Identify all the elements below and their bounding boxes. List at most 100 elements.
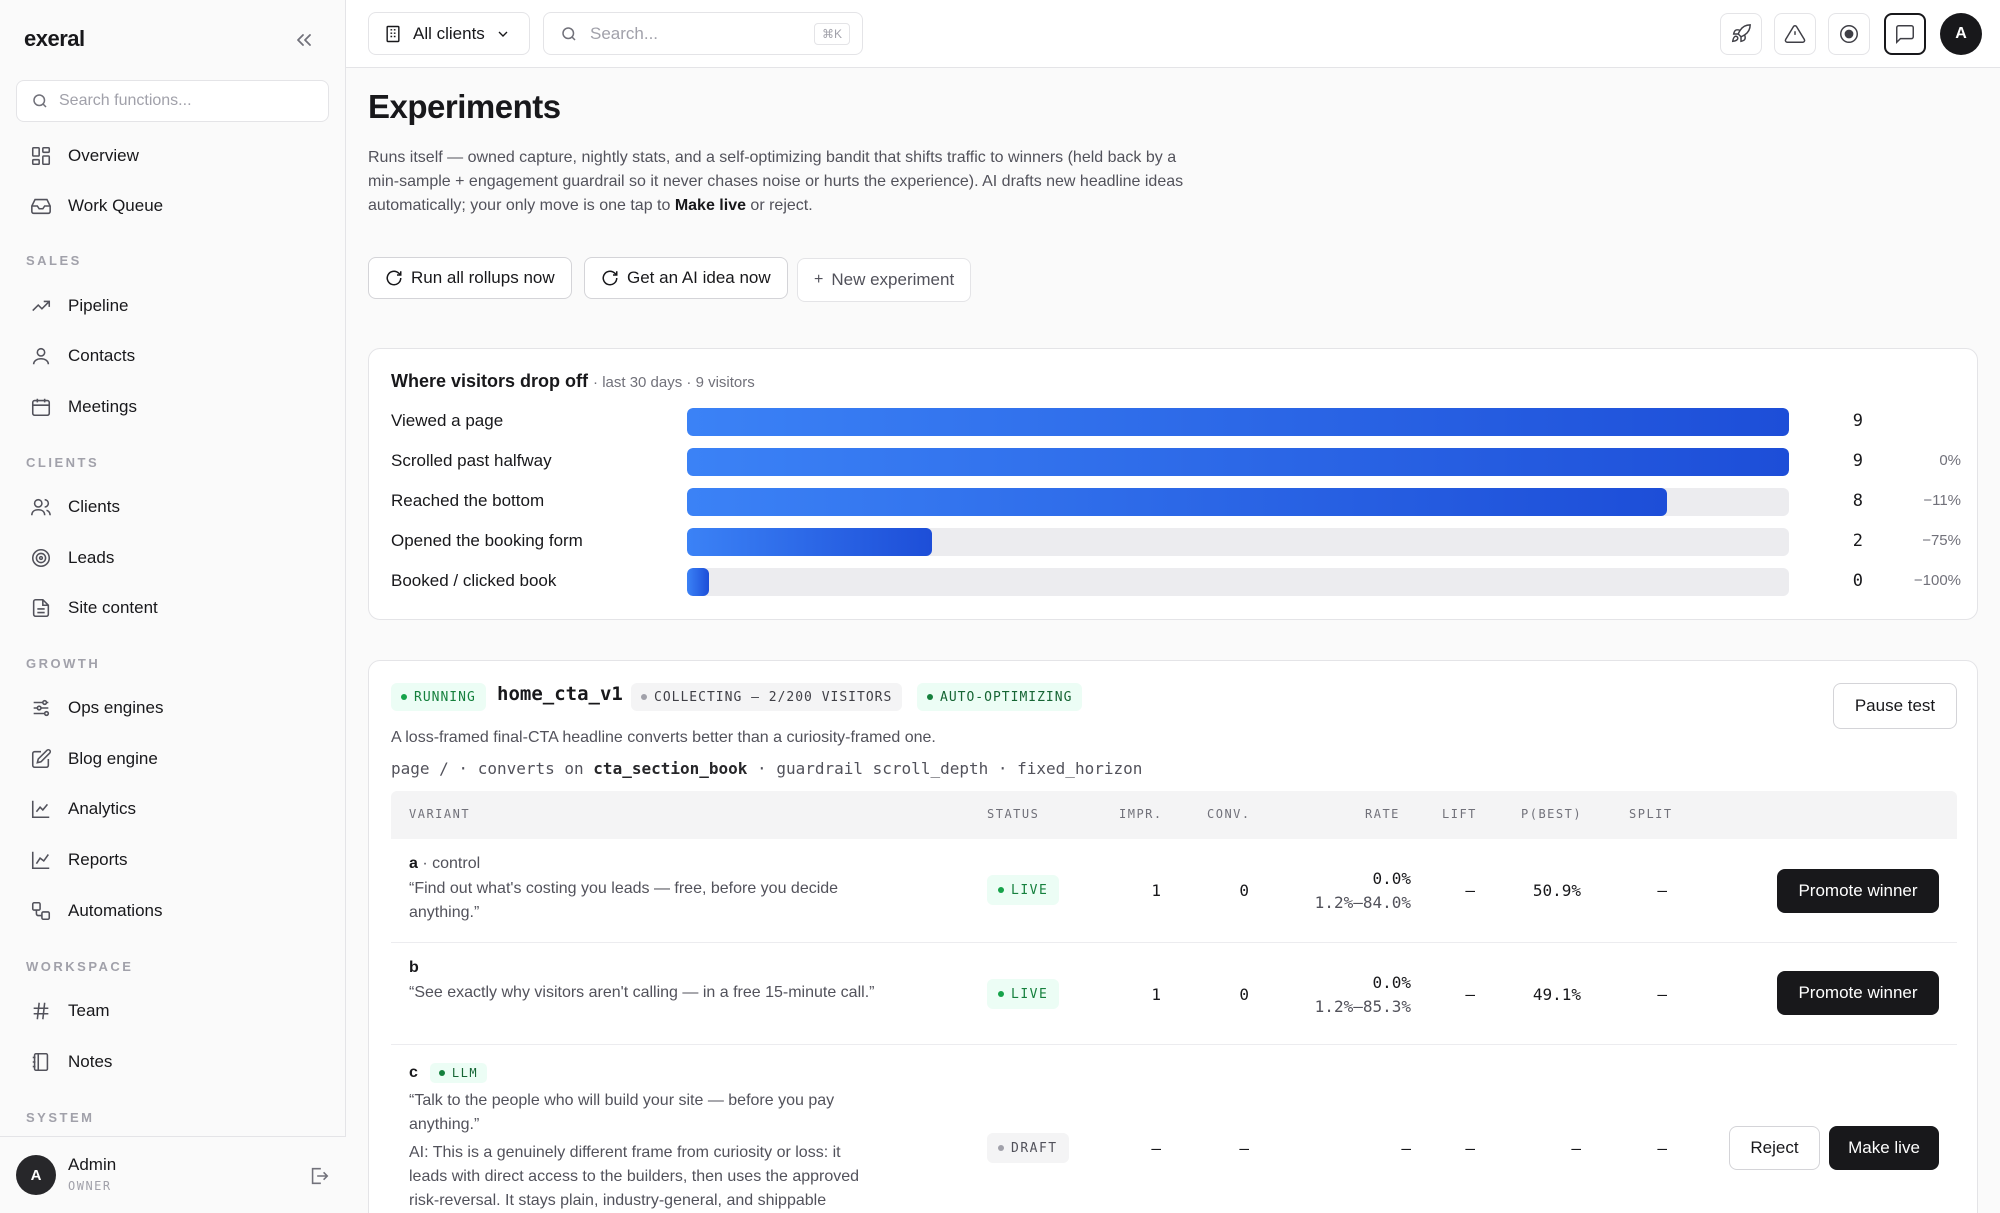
search-icon xyxy=(33,94,47,108)
funnel-bar-track xyxy=(687,488,1789,516)
rate-ci: 1.2%–84.0% xyxy=(1314,893,1411,912)
variant-text: “Talk to the people who will build your … xyxy=(409,1092,835,1133)
avatar[interactable]: A xyxy=(1940,13,1982,55)
sidebar-item-notes[interactable]: Notes xyxy=(16,1042,329,1082)
sidebar-item-meetings[interactable]: Meetings xyxy=(16,387,329,427)
promote-winner-button[interactable]: Promote winner xyxy=(1777,869,1939,913)
sidebar-item-label: Clients xyxy=(68,497,120,516)
sidebar-item-ops-engines[interactable]: Ops engines xyxy=(16,688,329,728)
sidebar-item-blog-engine[interactable]: Blog engine xyxy=(16,739,329,779)
global-search-input[interactable]: Search... ⌘K xyxy=(543,12,863,55)
record-icon xyxy=(1840,25,1858,43)
funnel-step-dropoff: 0% xyxy=(1939,452,1961,469)
topbar: All clients Search... ⌘K A xyxy=(346,0,2000,68)
col-split: SPLIT xyxy=(1629,807,1673,821)
sidebar-item-label: Team xyxy=(68,1001,110,1020)
rocket-icon xyxy=(1731,24,1751,43)
impr-cell: 1 xyxy=(1151,985,1161,1004)
sidebar-item-label: Site content xyxy=(68,598,158,617)
col-lift: LIFT xyxy=(1442,807,1477,821)
make-live-button[interactable]: Make live xyxy=(1829,1126,1939,1170)
launch-button[interactable] xyxy=(1720,13,1762,55)
main-content: Experiments Runs itself — owned capture,… xyxy=(346,68,2000,1213)
col-impr: IMPR. xyxy=(1119,807,1163,821)
funnel-step: Reached the bottom 8 −11% xyxy=(391,487,1961,517)
lift-cell: — xyxy=(1465,881,1475,900)
nav-section-sales: SALES xyxy=(26,253,82,268)
run-rollups-button[interactable]: Run all rollups now xyxy=(368,257,572,299)
sidebar-item-analytics[interactable]: Analytics xyxy=(16,789,329,829)
brand-logo[interactable]: exeral xyxy=(24,26,85,52)
function-search-input[interactable]: Search functions... xyxy=(16,80,329,122)
target-icon xyxy=(31,548,51,568)
funnel-step-count: 8 xyxy=(1852,491,1863,511)
collapse-sidebar-icon[interactable] xyxy=(292,28,316,52)
col-variant: VARIANT xyxy=(409,807,471,821)
sidebar-item-overview[interactable]: Overview xyxy=(16,136,329,176)
funnel-step-count: 9 xyxy=(1852,451,1863,471)
ai-rationale: AI: This is a genuinely different frame … xyxy=(409,1144,860,1209)
sidebar-item-clients[interactable]: Clients xyxy=(16,487,329,527)
new-experiment-button[interactable]: + New experiment xyxy=(797,258,972,302)
sidebar-item-label: Ops engines xyxy=(68,698,164,717)
sidebar-item-label: Work Queue xyxy=(68,196,164,215)
sidebar-item-team[interactable]: Team xyxy=(16,991,329,1031)
sidebar-item-label: Reports xyxy=(68,850,128,869)
calendar-icon xyxy=(31,398,51,417)
sidebar-item-work-queue[interactable]: Work Queue xyxy=(16,186,329,226)
pause-test-button[interactable]: Pause test xyxy=(1833,683,1957,729)
sidebar-item-label: Contacts xyxy=(68,346,136,365)
promote-winner-button[interactable]: Promote winner xyxy=(1777,971,1939,1015)
grid-icon xyxy=(31,146,51,166)
inbox-icon xyxy=(31,198,51,215)
sidebar-item-site-content[interactable]: Site content xyxy=(16,588,329,628)
search-icon xyxy=(562,26,576,41)
sidebar-item-automations[interactable]: Automations xyxy=(16,891,329,931)
warning-icon xyxy=(1784,24,1806,43)
logout-icon[interactable] xyxy=(308,1165,330,1187)
funnel-bar-track xyxy=(687,448,1789,476)
client-select[interactable]: All clients xyxy=(368,12,530,55)
plus-icon: + xyxy=(814,271,824,288)
sidebar-item-label: Meetings xyxy=(68,397,137,416)
table-row: c LLM “Talk to the people who will build … xyxy=(391,1045,1957,1213)
col-rate: RATE xyxy=(1365,807,1400,821)
chat-button[interactable] xyxy=(1884,13,1926,55)
refresh-icon xyxy=(386,270,402,286)
sidebar-item-label: Pipeline xyxy=(68,296,129,315)
sidebar-item-contacts[interactable]: Contacts xyxy=(16,336,329,376)
funnel-step-label: Booked / clicked book xyxy=(391,571,557,590)
reject-button[interactable]: Reject xyxy=(1729,1126,1820,1170)
user-profile[interactable]: A Admin OWNER xyxy=(0,1136,346,1213)
funnel-bar-track xyxy=(687,568,1789,596)
funnel-step-dropoff: −11% xyxy=(1923,492,1961,509)
nav-section-workspace: WORKSPACE xyxy=(26,959,134,974)
nav-section-clients: CLIENTS xyxy=(26,455,100,470)
rate-ci: 1.2%–85.3% xyxy=(1314,997,1411,1016)
refresh-icon xyxy=(602,270,618,286)
alerts-button[interactable] xyxy=(1774,13,1816,55)
sidebar-item-reports[interactable]: Reports xyxy=(16,840,329,880)
funnel-step-label: Scrolled past halfway xyxy=(391,451,552,470)
experiment-meta: page / · converts on cta_section_book · … xyxy=(391,759,1143,778)
conv-cell: — xyxy=(1239,1139,1249,1158)
funnel-bar-fill xyxy=(687,448,1789,476)
split-cell: — xyxy=(1657,985,1667,1004)
table-row: b “See exactly why visitors aren't calli… xyxy=(391,943,1957,1045)
experiment-card: RUNNING home_cta_v1 COLLECTING — 2/200 V… xyxy=(368,660,1978,1213)
funnel-step-dropoff: −100% xyxy=(1913,572,1961,589)
sidebar-item-leads[interactable]: Leads xyxy=(16,538,329,578)
ai-idea-button[interactable]: Get an AI idea now xyxy=(584,257,788,299)
impr-cell: — xyxy=(1151,1139,1161,1158)
record-button[interactable] xyxy=(1828,13,1870,55)
page-title: Experiments xyxy=(368,88,561,125)
pbest-cell: 50.9% xyxy=(1532,881,1581,900)
sidebar-item-pipeline[interactable]: Pipeline xyxy=(16,286,329,326)
sidebar-item-label: Analytics xyxy=(68,799,137,818)
variant-text: “See exactly why visitors aren't calling… xyxy=(409,984,875,1001)
variant-name: c LLM xyxy=(409,1063,488,1083)
line-chart-icon xyxy=(31,800,50,819)
user-name: Admin xyxy=(68,1155,117,1174)
funnel-step-count: 2 xyxy=(1852,531,1863,551)
variant-name: b xyxy=(409,959,419,976)
